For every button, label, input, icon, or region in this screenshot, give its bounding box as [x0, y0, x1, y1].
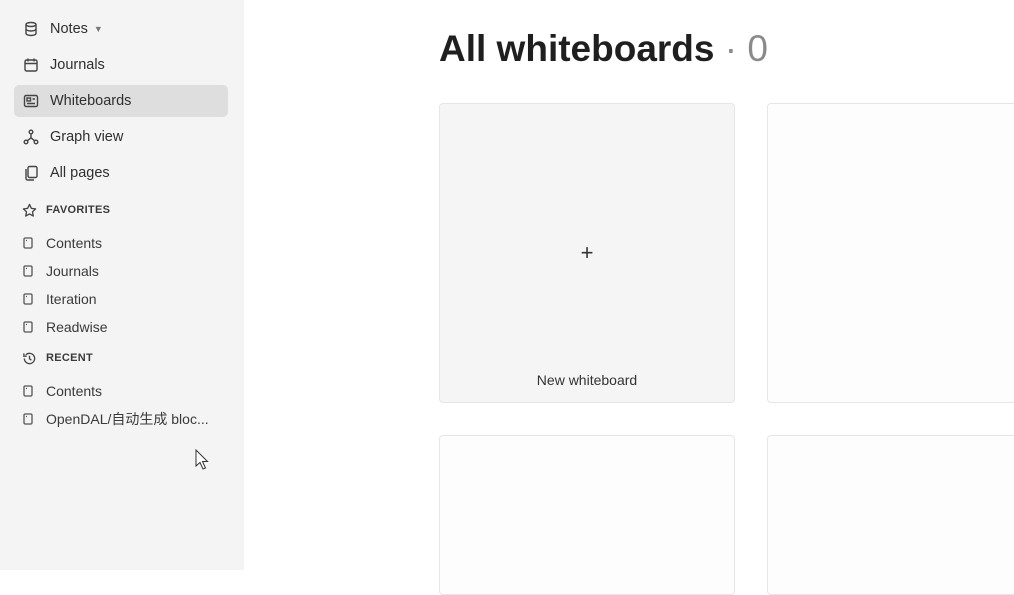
page-icon: [22, 292, 36, 306]
sidebar-item-whiteboards[interactable]: Whiteboards: [14, 85, 228, 117]
pages-icon: [22, 164, 40, 182]
calendar-icon: [22, 56, 40, 74]
star-icon: [22, 202, 38, 218]
sidebar-item-label: Graph view: [50, 129, 124, 145]
plus-icon: +: [580, 240, 594, 265]
sidebar-item-label: Notes: [50, 21, 88, 37]
sidebar-item-all-pages[interactable]: All pages: [14, 157, 228, 189]
history-icon: [22, 350, 38, 366]
recent-header[interactable]: RECENT: [22, 348, 93, 368]
whiteboard-icon: [22, 92, 40, 110]
new-whiteboard-label: New whiteboard: [536, 372, 638, 388]
page-icon: [22, 320, 36, 334]
favorite-item[interactable]: Iteration: [22, 287, 228, 311]
sidebar-item-label: All pages: [50, 165, 110, 181]
sidebar-item-label: Journals: [50, 57, 105, 73]
whiteboard-count: 0: [747, 28, 768, 69]
whiteboard-placeholder-card: [767, 103, 1014, 403]
mouse-cursor-icon: [195, 449, 209, 470]
recent-item[interactable]: Contents: [22, 379, 228, 403]
title-separator: ·: [724, 28, 738, 69]
favorites-header[interactable]: FAVORITES: [22, 200, 110, 220]
sidebar-item-label: Whiteboards: [50, 93, 132, 109]
sidebar-item-journals[interactable]: Journals: [14, 49, 228, 81]
favorite-item[interactable]: Readwise: [22, 315, 228, 339]
page-icon: [22, 264, 36, 278]
recent-item[interactable]: OpenDAL/自动生成 bloc...: [22, 407, 228, 431]
page-icon: [22, 384, 36, 398]
whiteboard-placeholder-card: [439, 435, 735, 595]
page-icon: [22, 412, 36, 426]
sidebar-item-graph-view[interactable]: Graph view: [14, 121, 228, 153]
whiteboard-placeholder-card: [767, 435, 1014, 595]
new-whiteboard-button[interactable]: + New whiteboard: [439, 103, 735, 403]
graph-icon: [22, 128, 40, 146]
page-icon: [22, 236, 36, 250]
chevron-down-icon[interactable]: ▼: [94, 24, 103, 34]
page-title: All whiteboards · 0: [439, 28, 768, 69]
favorite-item[interactable]: Journals: [22, 259, 228, 283]
sidebar-item-notes[interactable]: Notes ▼: [14, 13, 228, 45]
favorite-item[interactable]: Contents: [22, 231, 228, 255]
database-icon: [22, 20, 40, 38]
left-sidebar: Notes ▼ Journals Whiteboards Graph view …: [0, 0, 244, 570]
